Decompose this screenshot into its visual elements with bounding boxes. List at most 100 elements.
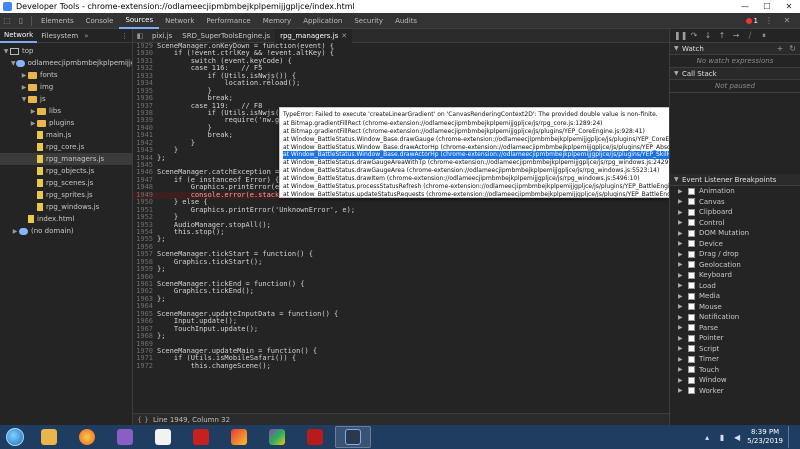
tab-memory[interactable]: Memory	[257, 13, 297, 29]
event-breakpoint-item[interactable]: ▶ Mouse	[670, 302, 800, 313]
breakpoint-checkbox[interactable]	[688, 282, 695, 290]
expand-arrow-icon[interactable]: ▶	[678, 230, 684, 237]
volume-icon[interactable]: ◀	[732, 433, 742, 442]
expand-arrow-icon[interactable]: ▶	[678, 345, 684, 352]
expand-arrow-icon[interactable]: ▶	[678, 209, 684, 216]
close-devtools-icon[interactable]: ✕	[780, 14, 794, 28]
taskbar-explorer[interactable]	[31, 426, 67, 448]
tab-network[interactable]: Network	[159, 13, 200, 29]
breakpoint-checkbox[interactable]	[688, 219, 695, 227]
breakpoint-checkbox[interactable]	[688, 187, 695, 195]
close-tab-icon[interactable]: ✕	[341, 32, 347, 40]
breakpoint-checkbox[interactable]	[688, 208, 695, 216]
tab-performance[interactable]: Performance	[200, 13, 256, 29]
event-breakpoint-item[interactable]: ▶ Worker	[670, 386, 800, 397]
tab-sources[interactable]: Sources	[119, 13, 160, 29]
expand-arrow-icon[interactable]: ▶	[678, 356, 684, 363]
expand-arrow-icon[interactable]: ▶	[11, 228, 19, 235]
tree-item[interactable]: rpg_objects.js	[0, 165, 132, 177]
expand-arrow-icon[interactable]: ▶	[678, 377, 684, 384]
tree-item[interactable]: rpg_core.js	[0, 141, 132, 153]
tree-item[interactable]: ▶ (no domain)	[0, 225, 132, 237]
event-breakpoint-item[interactable]: ▶ Device	[670, 239, 800, 250]
clock[interactable]: 8:39 PM 5/23/2019	[747, 428, 783, 446]
breakpoint-checkbox[interactable]	[688, 387, 695, 395]
event-breakpoint-item[interactable]: ▶ Touch	[670, 365, 800, 376]
taskbar-winrar[interactable]	[259, 426, 295, 448]
close-button[interactable]: ✕	[778, 0, 800, 13]
deactivate-breakpoints-icon[interactable]: ⧸	[744, 31, 756, 41]
more-options-icon[interactable]: ⋮	[762, 14, 776, 28]
tree-item[interactable]: ▶ fonts	[0, 69, 132, 81]
expand-arrow-icon[interactable]: ▶	[678, 188, 684, 195]
event-breakpoint-item[interactable]: ▶ Script	[670, 344, 800, 355]
error-count-badge[interactable]: 1	[745, 17, 758, 25]
event-breakpoint-item[interactable]: ▶ Window	[670, 375, 800, 386]
tree-item[interactable]: rpg_scenes.js	[0, 177, 132, 189]
event-breakpoint-item[interactable]: ▶ Media	[670, 291, 800, 302]
breakpoint-checkbox[interactable]	[688, 292, 695, 300]
network-icon[interactable]: ▮	[717, 433, 727, 442]
taskbar-firefox[interactable]	[69, 426, 105, 448]
toggle-navigator-icon[interactable]: ◧	[133, 32, 147, 40]
event-breakpoint-item[interactable]: ▶ DOM Mutation	[670, 228, 800, 239]
tab-network-files[interactable]: Network	[0, 29, 38, 43]
inspect-element-icon[interactable]: ⬚	[0, 14, 14, 28]
step-out-icon[interactable]: ↑	[716, 31, 728, 40]
breakpoint-checkbox[interactable]	[688, 376, 695, 384]
show-hidden-icons-icon[interactable]: ▴	[702, 433, 712, 442]
expand-arrow-icon[interactable]: ▶	[678, 251, 684, 258]
breakpoint-checkbox[interactable]	[688, 250, 695, 258]
step-icon[interactable]: →	[730, 31, 742, 40]
start-button[interactable]	[0, 425, 30, 449]
tree-item[interactable]: ▶ img	[0, 81, 132, 93]
add-watch-icon[interactable]: +	[777, 44, 784, 53]
expand-arrow-icon[interactable]: ▶	[678, 240, 684, 247]
taskbar-acrobat-2[interactable]	[297, 426, 333, 448]
breakpoint-checkbox[interactable]	[688, 303, 695, 311]
event-breakpoint-item[interactable]: ▶ Pointer	[670, 333, 800, 344]
editor-tab-srd[interactable]: SRD_SuperToolsEngine.js	[177, 29, 275, 43]
step-into-icon[interactable]: ↓	[702, 31, 714, 40]
event-breakpoint-item[interactable]: ▶ Control	[670, 218, 800, 229]
breakpoint-checkbox[interactable]	[688, 345, 695, 353]
expand-arrow-icon[interactable]: ▶	[20, 84, 28, 91]
expand-arrow-icon[interactable]: ▶	[20, 72, 28, 79]
tree-item[interactable]: ▼ js	[0, 93, 132, 105]
tree-item[interactable]: ▼ top	[0, 45, 132, 57]
expand-arrow-icon[interactable]: ▶	[678, 272, 684, 279]
tree-item[interactable]: ▶ libs	[0, 105, 132, 117]
breakpoint-checkbox[interactable]	[688, 355, 695, 363]
tab-security[interactable]: Security	[348, 13, 389, 29]
taskbar-acrobat[interactable]	[183, 426, 219, 448]
editor-tab-rpg-managers[interactable]: rpg_managers.js ✕	[275, 28, 353, 43]
tab-application[interactable]: Application	[297, 13, 348, 29]
code-area[interactable]: 1929 SceneManager.onKeyDown = function(ev…	[133, 43, 669, 413]
tab-filesystem[interactable]: Filesystem	[37, 29, 82, 43]
tab-elements[interactable]: Elements	[35, 13, 80, 29]
breakpoint-checkbox[interactable]	[688, 313, 695, 321]
event-breakpoint-item[interactable]: ▶ Canvas	[670, 197, 800, 208]
editor-tab-pixi[interactable]: pixi.js	[147, 29, 177, 43]
breakpoint-checkbox[interactable]	[688, 366, 695, 374]
breakpoint-checkbox[interactable]	[688, 198, 695, 206]
expand-arrow-icon[interactable]: ▶	[678, 366, 684, 373]
expand-arrow-icon[interactable]: ▶	[678, 219, 684, 226]
pretty-print-icon[interactable]: { }	[133, 416, 153, 424]
tree-item[interactable]: ▶ plugins	[0, 117, 132, 129]
event-breakpoint-item[interactable]: ▶ Load	[670, 281, 800, 292]
event-breakpoint-item[interactable]: ▶ Animation	[670, 186, 800, 197]
expand-arrow-icon[interactable]: ▶	[678, 314, 684, 321]
show-desktop-button[interactable]	[788, 426, 794, 448]
event-breakpoint-item[interactable]: ▶ Timer	[670, 354, 800, 365]
breakpoint-checkbox[interactable]	[688, 324, 695, 332]
expand-arrow-icon[interactable]: ▶	[678, 261, 684, 268]
pause-on-exceptions-icon[interactable]: ⏸	[758, 31, 770, 41]
event-listener-breakpoints-header[interactable]: ▼ Event Listener Breakpoints	[670, 174, 800, 186]
taskbar-gift-app[interactable]	[221, 426, 257, 448]
more-tabs-icon[interactable]: »	[84, 32, 88, 40]
expand-arrow-icon[interactable]: ▶	[678, 198, 684, 205]
pause-icon[interactable]: ❚❚	[674, 31, 687, 40]
maximize-button[interactable]: ☐	[756, 0, 778, 13]
event-breakpoint-item[interactable]: ▶ Geolocation	[670, 260, 800, 271]
